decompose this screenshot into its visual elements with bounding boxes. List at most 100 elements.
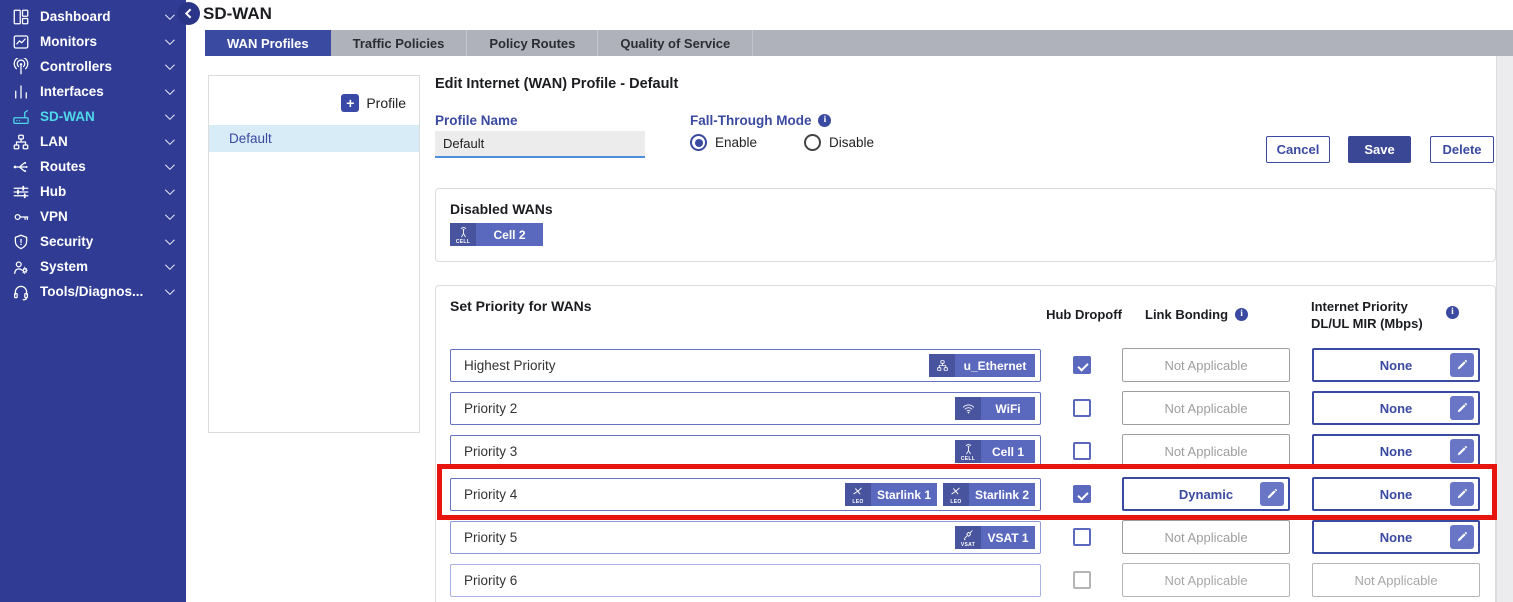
fall-through-mode-label: Fall-Through Mode i bbox=[690, 113, 831, 128]
chevron-down-icon bbox=[165, 135, 175, 145]
sidebar-item-dashboard[interactable]: Dashboard bbox=[0, 4, 186, 29]
sidebar-item-security[interactable]: Security bbox=[0, 229, 186, 254]
chevron-down-icon bbox=[165, 160, 175, 170]
back-button[interactable] bbox=[177, 2, 200, 25]
sidebar-item-lan[interactable]: LAN bbox=[0, 129, 186, 154]
wan-chip-wifi[interactable]: WiFi bbox=[955, 397, 1035, 420]
wan-chip-u-ethernet[interactable]: u_Ethernet bbox=[929, 354, 1035, 377]
wan-chip-cell-1[interactable]: CELL Cell 1 bbox=[955, 440, 1035, 463]
link-bonding-row1: Not Applicable bbox=[1122, 348, 1290, 382]
tab-quality-of-service[interactable]: Quality of Service bbox=[598, 30, 753, 56]
priority-row-3[interactable]: Priority 3 CELL Cell 1 bbox=[450, 435, 1041, 468]
hub-dropoff-checkbox-row2[interactable] bbox=[1073, 399, 1091, 417]
edit-pencil-icon[interactable] bbox=[1450, 482, 1474, 506]
chevron-down-icon bbox=[165, 85, 175, 95]
save-button[interactable]: Save bbox=[1348, 136, 1411, 163]
chevron-down-icon bbox=[165, 210, 175, 220]
chevron-down-icon bbox=[165, 260, 175, 270]
scrollbar-track[interactable] bbox=[1496, 56, 1513, 602]
info-icon[interactable]: i bbox=[1235, 308, 1248, 321]
add-profile-button[interactable]: + Profile bbox=[341, 94, 406, 112]
chevron-down-icon bbox=[165, 235, 175, 245]
disabled-wans-section: Disabled WANs CELL Cell 2 bbox=[435, 188, 1496, 262]
internet-priority-row5[interactable]: None bbox=[1312, 520, 1480, 554]
disabled-wans-title: Disabled WANs bbox=[450, 201, 553, 217]
hub-dropoff-checkbox-row3[interactable] bbox=[1073, 442, 1091, 460]
sidebar-item-interfaces[interactable]: Interfaces bbox=[0, 79, 186, 104]
sidebar-item-sd-wan[interactable]: SD-WAN bbox=[0, 104, 186, 129]
cancel-button[interactable]: Cancel bbox=[1266, 136, 1330, 163]
info-icon[interactable]: i bbox=[1446, 306, 1459, 319]
hub-dropoff-checkbox-row5[interactable] bbox=[1073, 528, 1091, 546]
profile-name-label: Profile Name bbox=[435, 113, 518, 128]
profile-list-item-default[interactable]: Default bbox=[209, 125, 419, 152]
hub-sliders-icon bbox=[12, 182, 31, 201]
chevron-down-icon bbox=[165, 60, 175, 70]
chevron-down-icon bbox=[165, 185, 175, 195]
profiles-panel: + Profile Default bbox=[208, 75, 420, 433]
tab-bar: WAN Profiles Traffic Policies Policy Rou… bbox=[205, 30, 1513, 56]
sidebar-item-system[interactable]: System bbox=[0, 254, 186, 279]
tab-wan-profiles[interactable]: WAN Profiles bbox=[205, 30, 331, 56]
internet-priority-row6: Not Applicable bbox=[1312, 563, 1480, 597]
leo-satellite-icon: LEO bbox=[943, 483, 969, 506]
wan-chip-starlink-2[interactable]: LEO Starlink 2 bbox=[943, 483, 1035, 506]
tab-traffic-policies[interactable]: Traffic Policies bbox=[331, 30, 468, 56]
hub-dropoff-checkbox-row1[interactable] bbox=[1073, 356, 1091, 374]
wifi-icon bbox=[955, 397, 981, 420]
info-icon[interactable]: i bbox=[818, 114, 831, 127]
column-header-hub-dropoff: Hub Dropoff bbox=[1042, 307, 1126, 322]
priority-row-highest[interactable]: Highest Priority u_Ethernet bbox=[450, 349, 1041, 382]
edit-pencil-icon[interactable] bbox=[1260, 482, 1284, 506]
link-bonding-row2: Not Applicable bbox=[1122, 391, 1290, 425]
sidebar: Dashboard Monitors Controllers Interface… bbox=[0, 0, 186, 602]
priority-row-6[interactable]: Priority 6 bbox=[450, 564, 1041, 597]
profile-name-input[interactable] bbox=[435, 131, 645, 158]
priority-row-5[interactable]: Priority 5 VSAT VSAT 1 bbox=[450, 521, 1041, 554]
sidebar-item-vpn[interactable]: VPN bbox=[0, 204, 186, 229]
sidebar-item-monitors[interactable]: Monitors bbox=[0, 29, 186, 54]
priority-table-title: Set Priority for WANs bbox=[450, 298, 592, 314]
priority-table-section: Set Priority for WANs Hub Dropoff Link B… bbox=[435, 285, 1496, 602]
edit-pencil-icon[interactable] bbox=[1450, 439, 1474, 463]
column-header-link-bonding: Link Bonding i bbox=[1145, 307, 1248, 322]
link-bonding-row4[interactable]: Dynamic bbox=[1122, 477, 1290, 511]
internet-priority-row1[interactable]: None bbox=[1312, 348, 1480, 382]
wan-chip-cell-2[interactable]: CELL Cell 2 bbox=[450, 223, 543, 246]
sidebar-item-routes[interactable]: Routes bbox=[0, 154, 186, 179]
hub-dropoff-checkbox-row4[interactable] bbox=[1073, 485, 1091, 503]
internet-priority-row4[interactable]: None bbox=[1312, 477, 1480, 511]
delete-button[interactable]: Delete bbox=[1430, 136, 1494, 163]
lan-icon bbox=[12, 132, 31, 151]
chevron-down-icon bbox=[165, 285, 175, 295]
priority-row-4[interactable]: Priority 4 LEO Starlink 1 LEO Starlink 2 bbox=[450, 478, 1041, 511]
edit-profile-title: Edit Internet (WAN) Profile - Default bbox=[435, 76, 678, 92]
sidebar-item-hub[interactable]: Hub bbox=[0, 179, 186, 204]
tab-policy-routes[interactable]: Policy Routes bbox=[467, 30, 598, 56]
edit-pencil-icon[interactable] bbox=[1450, 396, 1474, 420]
sidebar-item-tools-diagnostics[interactable]: Tools/Diagnos... bbox=[0, 279, 186, 304]
chevron-left-icon bbox=[185, 9, 195, 19]
radio-enable[interactable] bbox=[690, 134, 707, 151]
hub-dropoff-checkbox-row6[interactable] bbox=[1073, 571, 1091, 589]
link-bonding-row3: Not Applicable bbox=[1122, 434, 1290, 468]
sidebar-item-controllers[interactable]: Controllers bbox=[0, 54, 186, 79]
controllers-icon bbox=[12, 57, 31, 76]
internet-priority-row2[interactable]: None bbox=[1312, 391, 1480, 425]
radio-disable[interactable] bbox=[804, 134, 821, 151]
wan-chip-vsat-1[interactable]: VSAT VSAT 1 bbox=[955, 526, 1035, 549]
cell-tower-icon: CELL bbox=[450, 223, 476, 246]
sd-wan-router-icon bbox=[12, 107, 31, 126]
priority-row-2[interactable]: Priority 2 WiFi bbox=[450, 392, 1041, 425]
edit-pencil-icon[interactable] bbox=[1450, 353, 1474, 377]
plus-icon: + bbox=[341, 94, 359, 112]
edit-pencil-icon[interactable] bbox=[1450, 525, 1474, 549]
dashboard-icon bbox=[12, 7, 31, 26]
tools-headset-icon bbox=[12, 282, 31, 301]
internet-priority-row3[interactable]: None bbox=[1312, 434, 1480, 468]
vsat-satellite-icon: VSAT bbox=[955, 526, 981, 549]
routes-icon bbox=[12, 157, 31, 176]
wan-chip-starlink-1[interactable]: LEO Starlink 1 bbox=[845, 483, 937, 506]
chevron-down-icon bbox=[165, 35, 175, 45]
fall-through-radio-group: Enable Disable bbox=[690, 134, 874, 151]
